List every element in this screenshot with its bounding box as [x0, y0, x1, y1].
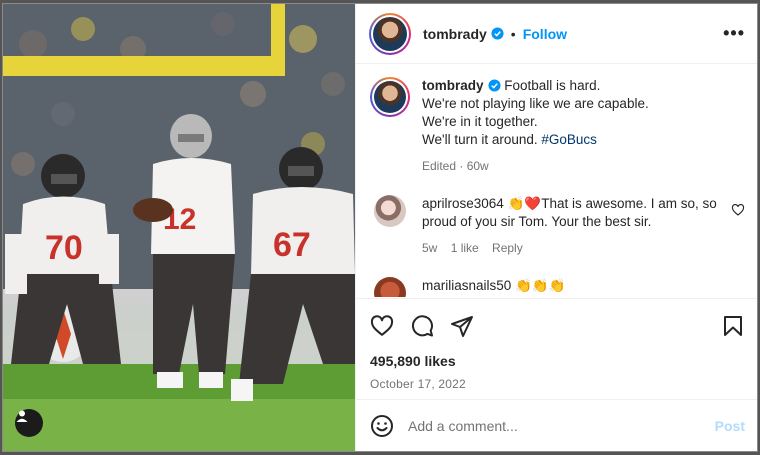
user-tag-button[interactable] — [15, 409, 43, 437]
caption-meta: Edited · 60w — [422, 159, 489, 173]
comment-body: mariliasnails50 👏👏👏 — [422, 277, 745, 295]
follow-button[interactable]: Follow — [523, 26, 567, 42]
caption-line: We're not playing like we are capable. — [422, 96, 649, 111]
caption-line: Football is hard. — [504, 78, 601, 93]
caption-line: We're in it together. — [422, 114, 538, 129]
comment-emoji: 👏👏👏 — [515, 278, 566, 293]
user-icon — [16, 410, 28, 422]
comment-icon[interactable] — [410, 314, 434, 338]
author-avatar[interactable] — [369, 12, 411, 55]
commenter-avatar[interactable] — [374, 195, 406, 227]
bookmark-icon[interactable] — [721, 314, 745, 338]
verified-badge-icon — [491, 27, 504, 40]
comment-item: aprilrose3064 👏❤️That is awesome. I am s… — [370, 195, 745, 257]
post-header: tombrady • Follow ••• — [356, 4, 757, 64]
caption-text: tombrady Football is hard. We're not pla… — [422, 77, 649, 175]
caption-line: We'll turn it around. — [422, 132, 538, 147]
action-icons-row — [370, 299, 745, 353]
reply-button[interactable]: Reply — [492, 241, 523, 255]
comment-age: 5w — [422, 241, 438, 255]
more-options-button[interactable]: ••• — [723, 23, 745, 44]
post-photo[interactable]: 70 12 67 — [3, 4, 355, 451]
post-comment-button[interactable]: Post — [715, 418, 745, 434]
emoji-icon[interactable] — [370, 414, 394, 438]
comment-item: mariliasnails50 👏👏👏 — [370, 277, 745, 297]
comment-input[interactable] — [408, 417, 715, 434]
author-username[interactable]: tombrady — [423, 26, 487, 42]
football-photo-illustration: 70 12 67 — [3, 4, 355, 451]
comments-list[interactable]: tombrady Football is hard. We're not pla… — [356, 65, 757, 297]
svg-text:70: 70 — [45, 229, 83, 267]
commenter-avatar[interactable] — [374, 277, 406, 297]
verified-badge-icon — [487, 79, 501, 92]
comment-meta: 5w 1 like Reply — [422, 239, 721, 257]
comment-likes-link[interactable]: 1 like — [451, 241, 479, 255]
heart-icon[interactable] — [370, 314, 394, 338]
comment-composer: Post — [356, 399, 757, 451]
caption: tombrady Football is hard. We're not pla… — [370, 77, 745, 175]
share-icon[interactable] — [450, 314, 474, 338]
caption-avatar[interactable] — [370, 77, 410, 117]
post-window: 70 12 67 tombrady • Follow ••• tombrady … — [2, 3, 758, 452]
likes-count[interactable]: 495,890 likes — [370, 353, 745, 369]
comment-like-heart-icon[interactable] — [731, 203, 745, 217]
post-details-panel: tombrady • Follow ••• tombrady Football … — [355, 4, 757, 451]
comment-body: aprilrose3064 👏❤️That is awesome. I am s… — [422, 195, 721, 257]
commenter-username[interactable]: mariliasnails50 — [422, 278, 511, 293]
commenter-username[interactable]: aprilrose3064 — [422, 196, 504, 211]
separator-dot: • — [510, 25, 516, 42]
caption-username[interactable]: tombrady — [422, 78, 484, 93]
post-date[interactable]: October 17, 2022 — [370, 377, 745, 391]
svg-text:67: 67 — [273, 226, 311, 264]
post-actions: 495,890 likes October 17, 2022 — [356, 298, 757, 391]
comment-emoji: 👏❤️ — [507, 196, 542, 211]
hashtag-link[interactable]: #GoBucs — [541, 132, 597, 147]
